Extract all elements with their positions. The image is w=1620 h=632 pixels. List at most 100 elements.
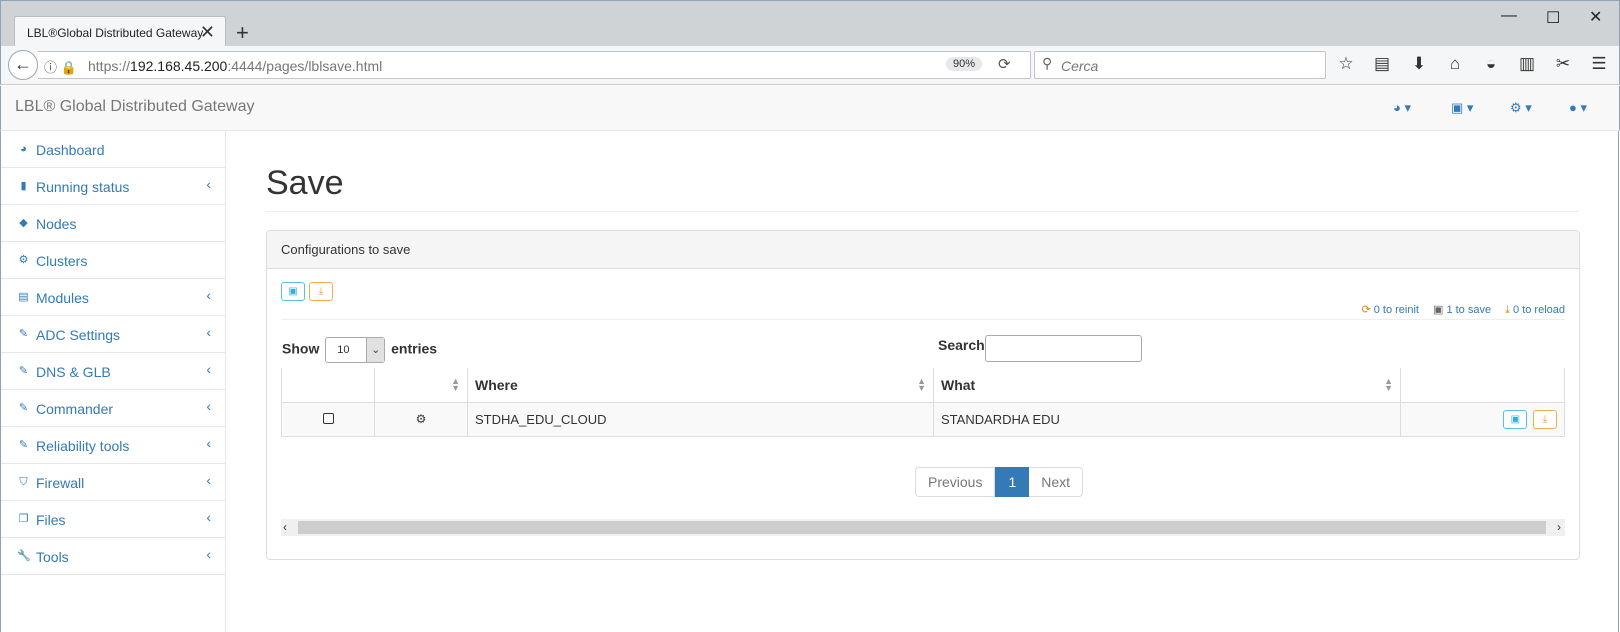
scroll-thumb[interactable] xyxy=(298,521,1546,534)
cogs-icon: ⚙ xyxy=(18,254,29,266)
configurations-panel: Configurations to save ▣ ⤓ ⟳ 0 to reinit … xyxy=(266,230,1580,560)
download-icon: ⤓ xyxy=(318,286,324,297)
save-dropdown-icon[interactable]: ▣ ▾ xyxy=(1451,100,1473,116)
sidebar: ◕ Dashboard ▮ Running status ‹ ◆ Nodes ⚙… xyxy=(0,131,226,632)
chevron-left-icon: ‹ xyxy=(206,287,211,303)
back-arrow-icon[interactable]: ← xyxy=(8,50,38,80)
panel-heading: Configurations to save xyxy=(267,231,1579,269)
sidebar-item-nodes[interactable]: ◆ Nodes xyxy=(1,205,225,242)
sidebar-item-commander[interactable]: ✎ Commander ‹ xyxy=(1,390,225,427)
url-text[interactable]: https://192.168.45.200:4444/pages/lblsav… xyxy=(88,58,382,74)
chevron-left-icon: ‹ xyxy=(206,472,211,488)
edit-icon: ✎ xyxy=(18,402,29,414)
sidebar-item-label: Reliability tools xyxy=(36,438,130,454)
app-brand[interactable]: LBL® Global Distributed Gateway xyxy=(15,98,254,116)
scroll-left-icon[interactable]: ‹ xyxy=(283,520,287,534)
sidebar-item-tools[interactable]: 🔧 Tools ‹ xyxy=(1,538,225,575)
save-all-button[interactable]: ▣ xyxy=(281,282,305,301)
table-search-input[interactable] xyxy=(985,335,1142,362)
download-icon[interactable]: ⬇ xyxy=(1409,54,1429,74)
zoom-badge[interactable]: 90% xyxy=(946,57,983,71)
scroll-right-icon[interactable]: › xyxy=(1557,520,1561,534)
maximize-icon[interactable]: ☐ xyxy=(1546,8,1560,28)
floppy-disk-icon: ▣ xyxy=(288,286,298,297)
new-tab-icon[interactable]: + xyxy=(236,20,249,46)
status-save[interactable]: 1 to save xyxy=(1446,304,1491,316)
row-type-cell: ⚙ xyxy=(374,401,468,437)
site-info-icon[interactable]: ⓘ 🔒 xyxy=(44,57,77,76)
show-entries: Show 10 ⌄ entries xyxy=(282,337,437,363)
chevron-left-icon: ‹ xyxy=(206,435,211,451)
row-checkbox[interactable] xyxy=(322,412,334,424)
chevron-left-icon: ‹ xyxy=(206,176,211,192)
status-reinit[interactable]: 0 to reinit xyxy=(1374,304,1419,316)
next-button[interactable]: Next xyxy=(1029,467,1084,497)
download-all-button[interactable]: ⤓ xyxy=(309,282,333,301)
refresh-icon: ⟳ xyxy=(1361,304,1371,316)
row-actions: ▣ ⤓ xyxy=(1400,401,1565,437)
table-row: ⚙ STDHA_EDU_CLOUD STANDARDHA EDU ▣ ⤓ xyxy=(281,401,1565,437)
row-download-button[interactable]: ⤓ xyxy=(1533,409,1557,429)
tab-title: LBL®Global Distributed Gateway xyxy=(27,26,204,40)
sidebar-item-files[interactable]: ❐ Files ‹ xyxy=(1,501,225,538)
url-bar[interactable]: ⓘ 🔒 https://192.168.45.200:4444/pages/lb… xyxy=(38,51,1031,79)
browser-search-input[interactable]: ⚲ Cerca xyxy=(1034,51,1326,79)
status-reload[interactable]: 0 to reload xyxy=(1513,304,1565,316)
sidebar-item-modules[interactable]: ▤ Modules ‹ xyxy=(1,279,225,316)
sidebar-item-label: Tools xyxy=(36,549,69,565)
settings-dropdown-icon[interactable]: ⚙ ▾ xyxy=(1510,100,1532,116)
configurations-table: ▲ ▼ Where ▲ ▼ What ▲ ▼ ⚙ STDHA_EDU_CLOUD STAN… xyxy=(281,368,1565,437)
minimize-icon[interactable]: — xyxy=(1501,7,1517,25)
window-close-icon[interactable]: ✕ xyxy=(1589,7,1602,27)
chevron-left-icon: ‹ xyxy=(206,398,211,414)
extension-icon[interactable]: ▥ xyxy=(1517,54,1537,74)
chevron-left-icon: ‹ xyxy=(206,324,211,340)
row-checkbox-cell xyxy=(281,401,375,437)
sidebar-item-label: Nodes xyxy=(36,216,77,232)
column-header-select[interactable] xyxy=(281,368,375,403)
column-header-where[interactable]: Where ▲ ▼ xyxy=(467,368,934,403)
sidebar-item-label: Running status xyxy=(36,179,130,195)
reload-icon[interactable]: ⟳ xyxy=(998,55,1011,73)
sidebar-item-label: DNS & GLB xyxy=(36,364,111,380)
panel-title: Configurations to save xyxy=(281,242,411,257)
column-header-type[interactable]: ▲ ▼ xyxy=(374,368,468,403)
dashboard-dropdown-icon[interactable]: ◕ ▾ xyxy=(1393,100,1411,116)
sidebar-item-firewall[interactable]: ⛉ Firewall ‹ xyxy=(1,464,225,501)
browser-tab[interactable]: LBL®Global Distributed Gateway ✕ xyxy=(14,16,226,48)
sidebar-item-clusters[interactable]: ⚙ Clusters xyxy=(1,242,225,279)
sidebar-item-dashboard[interactable]: ◕ Dashboard xyxy=(1,131,225,168)
reading-list-icon[interactable]: ▤ xyxy=(1372,54,1392,74)
entries-label: entries xyxy=(391,340,438,357)
bookmark-star-icon[interactable]: ☆ xyxy=(1336,54,1356,74)
wrench-icon: 🔧 xyxy=(17,550,31,562)
files-icon: ❐ xyxy=(18,513,29,525)
row-what: STANDARDHA EDU xyxy=(933,401,1401,437)
sidebar-item-adc-settings[interactable]: ✎ ADC Settings ‹ xyxy=(1,316,225,353)
user-dropdown-icon[interactable]: ● ▾ xyxy=(1569,100,1587,116)
horizontal-scrollbar[interactable]: ‹ › xyxy=(281,519,1565,536)
page-1-button[interactable]: 1 xyxy=(995,467,1030,497)
bar-chart-icon: ▮ xyxy=(20,180,27,192)
entries-select[interactable]: 10 ⌄ xyxy=(325,337,386,363)
close-tab-icon[interactable]: ✕ xyxy=(200,22,215,43)
column-header-what[interactable]: What ▲ ▼ xyxy=(933,368,1401,403)
sidebar-item-label: Dashboard xyxy=(36,142,105,158)
screenshot-icon[interactable]: ✂ xyxy=(1553,54,1573,74)
sort-icon: ▲ ▼ xyxy=(1384,376,1393,393)
chevron-down-icon: ⌄ xyxy=(366,338,385,362)
cube-icon: ◆ xyxy=(19,217,28,229)
home-icon[interactable]: ⌂ xyxy=(1445,54,1465,74)
sidebar-item-label: Clusters xyxy=(36,253,88,269)
previous-button[interactable]: Previous xyxy=(915,467,996,497)
sidebar-item-running-status[interactable]: ▮ Running status ‹ xyxy=(1,168,225,205)
row-save-button[interactable]: ▣ xyxy=(1503,409,1528,429)
sidebar-item-reliability-tools[interactable]: ✎ Reliability tools ‹ xyxy=(1,427,225,464)
status-line: ⟳ 0 to reinit ▣ 1 to save ⤓ 0 to reload xyxy=(1362,303,1566,317)
sort-icon: ▲ ▼ xyxy=(917,376,926,393)
sidebar-item-dns-glb[interactable]: ✎ DNS & GLB ‹ xyxy=(1,353,225,390)
pagination: Previous 1 Next xyxy=(915,467,1084,497)
menu-icon[interactable]: ☰ xyxy=(1589,54,1609,74)
pocket-icon[interactable]: ◒ xyxy=(1481,54,1501,74)
sidebar-item-label: Firewall xyxy=(36,475,85,491)
